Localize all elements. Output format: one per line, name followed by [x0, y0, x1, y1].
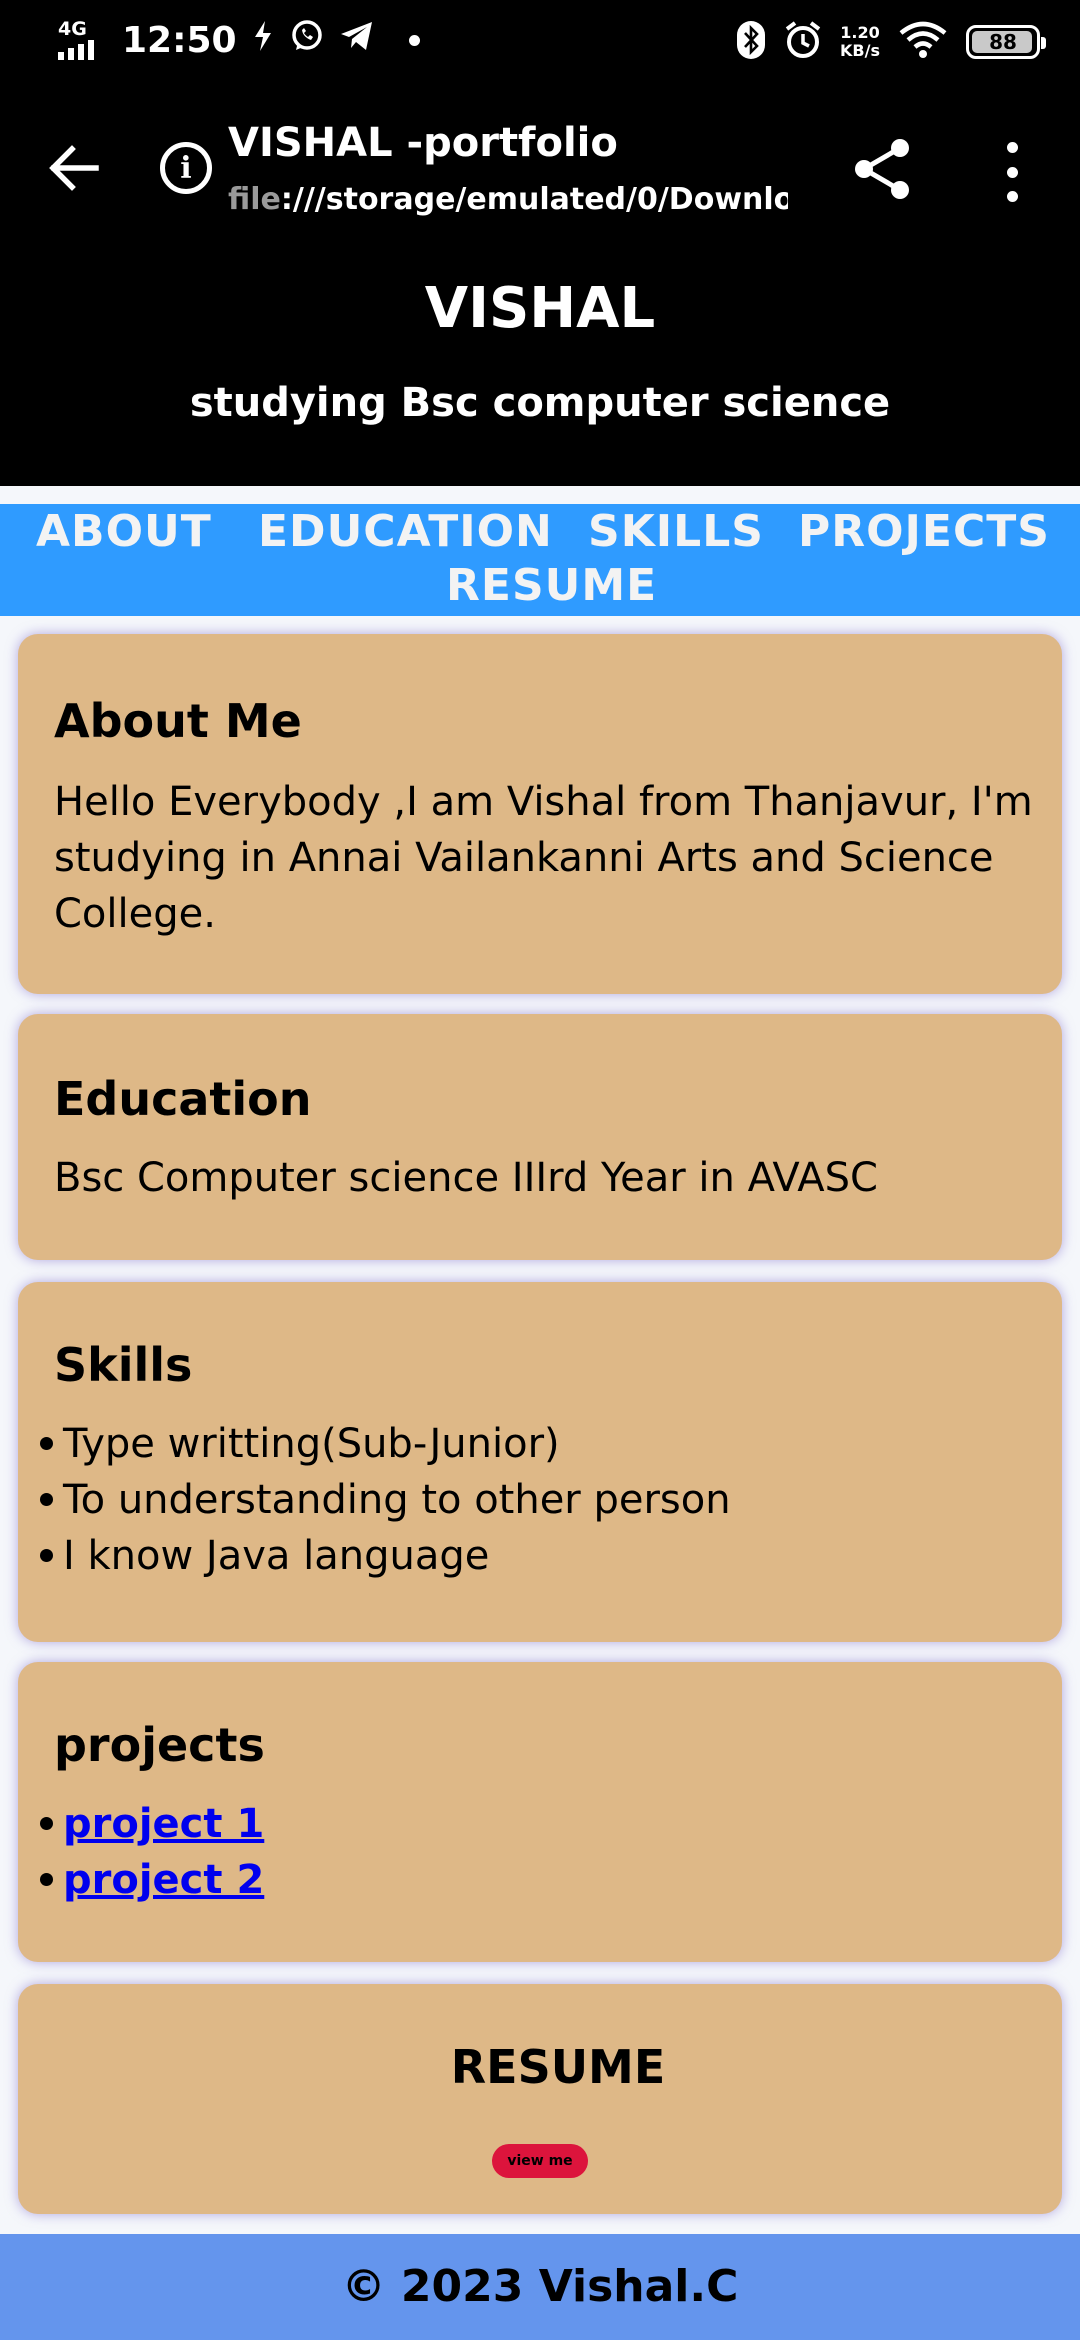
list-item: To understanding to other person — [40, 1472, 1038, 1528]
resume-heading: RESUME — [450, 2040, 666, 2094]
projects-section: projects project 1 project 2 — [18, 1662, 1062, 1962]
info-icon[interactable]: i — [160, 142, 212, 194]
skill-item: Type writting(Sub-Junior) — [63, 1421, 560, 1467]
status-time: 12:50 — [122, 19, 237, 61]
network-speed: 1.20 KB/s — [840, 24, 880, 60]
status-bar: 4G 12:50 1.20 KB/s 88 — [0, 0, 1080, 84]
back-arrow-icon[interactable] — [44, 138, 104, 198]
status-left: 4G 12:50 — [58, 18, 420, 62]
telegram-icon — [339, 20, 375, 60]
network-type: 4G — [58, 18, 87, 40]
footer-copyright: © 2023 Vishal.C — [341, 2261, 739, 2312]
education-heading: Education — [54, 1072, 312, 1126]
signal-icon: 4G — [58, 20, 104, 60]
browser-page-title: VISHAL -portfolio — [228, 120, 618, 166]
about-heading: About Me — [54, 694, 302, 748]
battery-level: 88 — [989, 30, 1017, 54]
battery-icon: 88 — [966, 25, 1046, 59]
more-vertical-icon[interactable] — [1000, 142, 1024, 202]
about-section: About Me Hello Everybody ,I am Vishal fr… — [18, 634, 1062, 994]
about-text: Hello Everybody ,I am Vishal from Thanja… — [54, 779, 1033, 937]
skills-list: Type writting(Sub-Junior) To understandi… — [40, 1416, 1038, 1584]
nav-link-about[interactable]: ABOUT — [36, 506, 212, 557]
bluetooth-icon — [736, 20, 766, 64]
site-name: VISHAL — [424, 276, 656, 341]
skill-item: To understanding to other person — [63, 1477, 731, 1523]
browser-toolbar: i VISHAL -portfolio file:///storage/emul… — [0, 84, 1080, 254]
nav-link-projects[interactable]: PROJECTS — [798, 506, 1050, 557]
list-item: I know Java language — [40, 1528, 1038, 1584]
nav-link-skills[interactable]: SKILLS — [588, 506, 764, 557]
view-resume-button[interactable]: view me — [492, 2144, 588, 2178]
projects-list: project 1 project 2 — [40, 1796, 1038, 1908]
site-header: VISHAL studying Bsc computer science — [0, 254, 1080, 486]
education-text: Bsc Computer science IIIrd Year in AVASC — [54, 1155, 878, 1201]
lightning-icon — [251, 19, 275, 61]
main-nav: ABOUT EDUCATION SKILLS PROJECTS RESUME — [0, 504, 1080, 616]
whatsapp-icon — [289, 18, 325, 62]
projects-heading: projects — [54, 1718, 265, 1772]
skills-section: Skills Type writting(Sub-Junior) To unde… — [18, 1282, 1062, 1642]
nav-link-education[interactable]: EDUCATION — [258, 506, 553, 557]
notification-dot-icon — [408, 34, 420, 46]
site-subtitle: studying Bsc computer science — [189, 380, 891, 426]
speed-unit: KB/s — [840, 41, 880, 60]
url-scheme: file — [228, 182, 281, 217]
wifi-icon — [898, 21, 948, 63]
project-link-2[interactable]: project 2 — [63, 1857, 264, 1903]
resume-section: RESUME view me — [18, 1984, 1062, 2214]
site-footer: © 2023 Vishal.C — [0, 2234, 1080, 2340]
alarm-icon — [784, 20, 822, 64]
browser-url[interactable]: file:///storage/emulated/0/Download — [228, 182, 788, 217]
skills-heading: Skills — [54, 1338, 193, 1392]
nav-link-resume[interactable]: RESUME — [446, 560, 657, 611]
share-icon[interactable] — [852, 136, 914, 202]
project-link-1[interactable]: project 1 — [63, 1801, 264, 1847]
skill-item: I know Java language — [63, 1533, 490, 1579]
list-item: project 1 — [40, 1796, 1038, 1852]
url-path: :///storage/emulated/0/Download — [280, 182, 788, 217]
list-item: Type writting(Sub-Junior) — [40, 1416, 1038, 1472]
status-right: 1.20 KB/s 88 — [736, 20, 1046, 64]
speed-value: 1.20 — [840, 23, 880, 42]
education-section: Education Bsc Computer science IIIrd Yea… — [18, 1014, 1062, 1260]
list-item: project 2 — [40, 1852, 1038, 1908]
